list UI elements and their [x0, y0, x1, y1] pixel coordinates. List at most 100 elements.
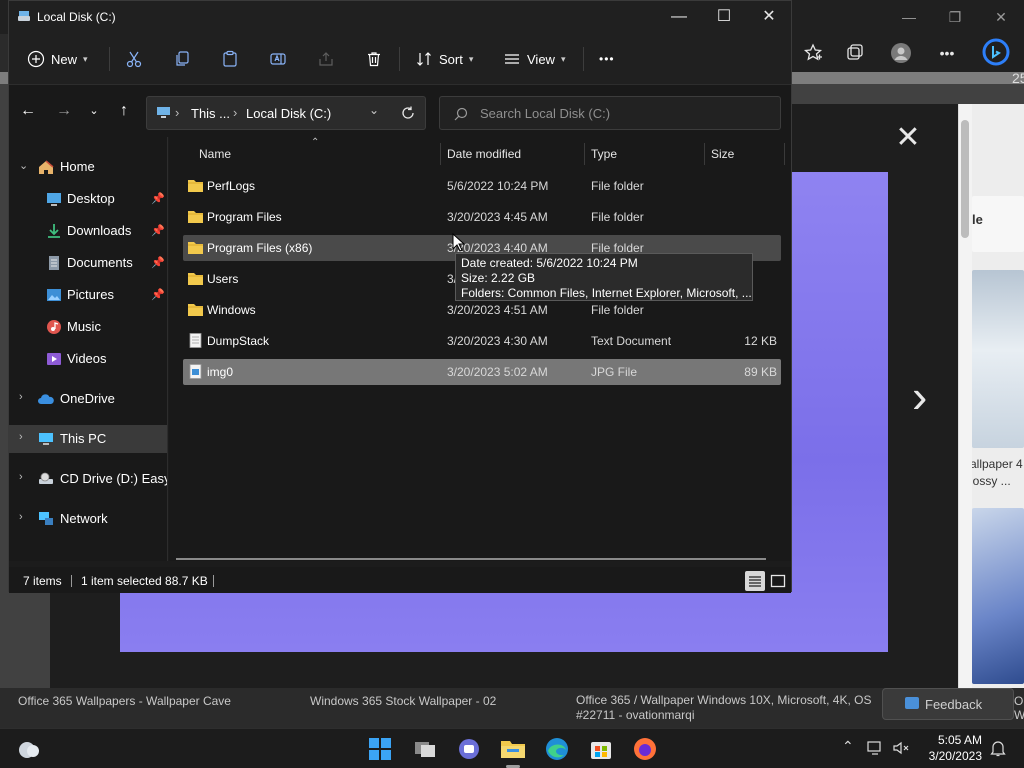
profile-avatar-icon[interactable]: [890, 42, 912, 64]
collections-icon[interactable]: [844, 42, 866, 64]
firefox-icon[interactable]: [630, 734, 660, 764]
nav-item-downloads[interactable]: Downloads 📌: [9, 217, 167, 245]
search-input[interactable]: Search Local Disk (C:): [439, 96, 781, 130]
details-view-button[interactable]: [745, 571, 765, 591]
nav-item-music[interactable]: Music: [9, 313, 167, 341]
paste-button[interactable]: [221, 46, 239, 72]
browser-minimize-icon[interactable]: —: [898, 6, 920, 28]
file-row[interactable]: Program Files 3/20/2023 4:45 AM File fol…: [183, 204, 781, 230]
column-header-date[interactable]: Date modified: [447, 147, 521, 161]
viewer-close-icon[interactable]: ✕: [894, 123, 922, 153]
more-options-button[interactable]: •••: [599, 46, 615, 72]
browser-scrollbar-thumb[interactable]: [961, 120, 969, 238]
teams-chat-icon[interactable]: [454, 734, 484, 764]
copy-button[interactable]: [173, 46, 191, 72]
column-divider[interactable]: [440, 143, 441, 165]
address-history-chevron-icon[interactable]: ⌄: [369, 103, 379, 117]
up-arrow-icon[interactable]: ↑: [113, 100, 135, 122]
filter-chip[interactable]: le: [972, 196, 1024, 252]
file-row[interactable]: DumpStack 3/20/2023 4:30 AM Text Documen…: [183, 328, 781, 354]
column-divider[interactable]: [704, 143, 705, 165]
nav-item-onedrive[interactable]: › OneDrive: [9, 385, 167, 413]
breadcrumb-local-disk[interactable]: Local Disk (C:): [246, 106, 331, 121]
selection-info: 1 item selected 88.7 KB: [81, 574, 208, 588]
cd-drive-icon: [39, 472, 53, 484]
column-header-name[interactable]: Name: [199, 147, 231, 161]
maximize-icon[interactable]: ☐: [712, 5, 736, 29]
bing-chat-icon[interactable]: [982, 38, 1010, 66]
chevron-down-icon[interactable]: ⌄: [19, 159, 28, 172]
viewer-next-icon[interactable]: ›: [912, 373, 940, 419]
caption-4[interactable]: OS W: [1014, 694, 1024, 722]
minimize-icon[interactable]: —: [667, 5, 691, 29]
weather-icon[interactable]: [14, 734, 44, 764]
feedback-button[interactable]: Feedback: [882, 688, 1014, 720]
chevron-right-icon[interactable]: ›: [19, 511, 23, 523]
rename-button[interactable]: [269, 46, 287, 72]
show-hidden-icons-chevron-icon[interactable]: ⌃: [842, 738, 854, 755]
nav-item-network[interactable]: › Network: [9, 505, 167, 533]
pin-icon[interactable]: 📌: [151, 288, 165, 301]
clock-time[interactable]: 5:05 AM: [928, 733, 982, 747]
browser-close-icon[interactable]: ✕: [990, 6, 1012, 28]
item-count: 7 items: [23, 574, 62, 588]
close-icon[interactable]: ✕: [757, 5, 781, 29]
refresh-icon[interactable]: [401, 106, 415, 120]
cut-button[interactable]: [125, 46, 143, 72]
related-image-thumbnail[interactable]: [972, 270, 1024, 448]
nav-item-home[interactable]: ⌄ Home: [9, 153, 167, 181]
address-bar[interactable]: › This ... › Local Disk (C:) ⌄: [146, 96, 426, 130]
microsoft-store-icon[interactable]: [586, 734, 616, 764]
browser-restore-icon[interactable]: ❐: [944, 6, 966, 28]
delete-button[interactable]: [365, 46, 383, 72]
back-arrow-icon[interactable]: ←: [17, 100, 39, 122]
music-icon: [47, 320, 61, 334]
clock-date[interactable]: 3/20/2023: [922, 749, 982, 763]
nav-item-cd-drive[interactable]: › CD Drive (D:) EasyKMS: [9, 465, 167, 493]
column-header-type[interactable]: Type: [591, 147, 617, 161]
nav-item-this-pc[interactable]: › This PC: [9, 425, 167, 453]
caption-2[interactable]: Windows 365 Stock Wallpaper - 02: [310, 694, 496, 708]
file-row[interactable]: PerfLogs 5/6/2022 10:24 PM File folder: [183, 173, 781, 199]
notifications-icon[interactable]: [990, 739, 1006, 757]
chevron-right-icon[interactable]: ›: [19, 431, 23, 443]
pin-icon[interactable]: 📌: [151, 192, 165, 205]
volume-muted-icon[interactable]: [892, 740, 910, 756]
tiles-view-button[interactable]: [768, 571, 788, 591]
file-explorer-taskbar-icon[interactable]: [498, 734, 528, 764]
breadcrumb-this-pc[interactable]: This ...: [191, 106, 230, 121]
task-view-icon[interactable]: [410, 734, 440, 764]
navigation-pane: ⌄ Home Desktop 📌 Downloads 📌 Documents 📌…: [9, 137, 167, 561]
related-image-caption[interactable]: allpaper 4 lossy ...: [970, 456, 1024, 490]
column-divider[interactable]: [584, 143, 585, 165]
share-button[interactable]: [317, 46, 335, 72]
favorites-icon[interactable]: [802, 42, 824, 64]
caption-1[interactable]: Office 365 Wallpapers - Wallpaper Cave: [18, 694, 231, 708]
nav-label: Desktop: [67, 191, 115, 206]
view-button[interactable]: View ▾: [503, 46, 565, 72]
pin-icon[interactable]: 📌: [151, 224, 165, 237]
chevron-right-icon[interactable]: ›: [19, 391, 23, 403]
recent-locations-chevron-icon[interactable]: ⌄: [83, 100, 105, 122]
horizontal-scrollbar[interactable]: [176, 558, 766, 560]
nav-item-documents[interactable]: Documents 📌: [9, 249, 167, 277]
browser-more-icon[interactable]: •••: [936, 42, 958, 64]
pane-divider[interactable]: [167, 137, 168, 561]
forward-arrow-icon[interactable]: →: [53, 100, 75, 122]
nav-item-videos[interactable]: Videos: [9, 345, 167, 373]
column-header-size[interactable]: Size: [711, 147, 734, 161]
chevron-right-icon[interactable]: ›: [19, 471, 23, 483]
file-type: Text Document: [591, 334, 672, 348]
file-row[interactable]: img0 3/20/2023 5:02 AM JPG File 89 KB: [183, 359, 781, 385]
caption-3[interactable]: Office 365 / Wallpaper Windows 10X, Micr…: [576, 693, 876, 723]
edge-browser-icon[interactable]: [542, 734, 572, 764]
nav-item-pictures[interactable]: Pictures 📌: [9, 281, 167, 309]
related-image-thumbnail[interactable]: [972, 508, 1024, 684]
new-button[interactable]: New ▾: [27, 46, 88, 72]
network-status-icon[interactable]: [866, 740, 884, 756]
nav-item-desktop[interactable]: Desktop 📌: [9, 185, 167, 213]
sort-button[interactable]: Sort ▾: [415, 46, 473, 72]
column-divider[interactable]: [784, 143, 785, 165]
start-windows-icon[interactable]: [365, 734, 395, 764]
pin-icon[interactable]: 📌: [151, 256, 165, 269]
